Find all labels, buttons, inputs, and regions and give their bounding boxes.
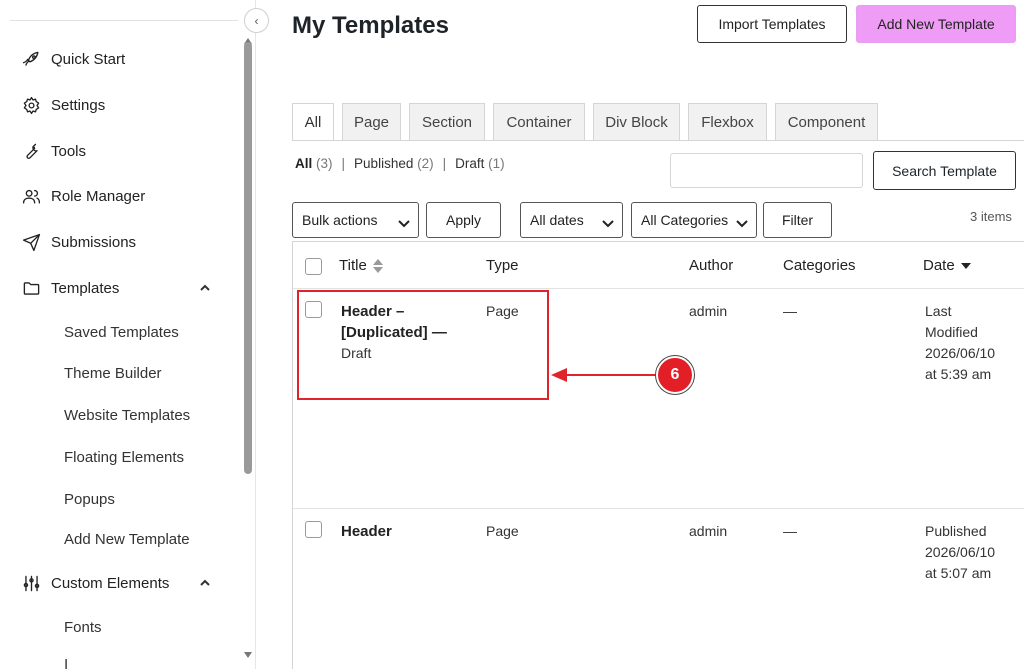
chevron-down-icon: [736, 215, 748, 228]
sidebar: Quick Start Settings Tools Role Manager …: [0, 0, 256, 669]
add-new-template-button[interactable]: Add New Template: [856, 5, 1016, 43]
sidebar-item-settings[interactable]: Settings: [20, 93, 105, 117]
tabs-divider: [292, 140, 1024, 141]
tab-div-block[interactable]: Div Block: [593, 103, 680, 141]
gear-icon: [20, 94, 42, 116]
filter-all[interactable]: All (3): [295, 156, 333, 171]
row-categories: —: [783, 303, 797, 319]
all-categories-select[interactable]: All Categories: [631, 202, 757, 238]
apply-button[interactable]: Apply: [426, 202, 501, 238]
send-icon: [20, 231, 42, 253]
chevron-down-icon: [398, 215, 410, 228]
sidebar-subitem-theme-builder[interactable]: Theme Builder: [64, 362, 162, 384]
sidebar-item-label: Custom Elements: [51, 574, 170, 592]
row-divider: [293, 508, 1024, 509]
all-categories-label: All Categories: [641, 212, 729, 228]
rocket-icon: [20, 48, 42, 70]
sidebar-item-submissions[interactable]: Submissions: [20, 230, 136, 254]
chevron-down-icon: [602, 215, 614, 228]
row-type: Page: [486, 523, 519, 539]
sidebar-scrollbar[interactable]: [243, 38, 253, 658]
row-date: Last Modified 2026/06/10 at 5:39 am: [925, 303, 996, 382]
sidebar-subitem-add-new-template[interactable]: Add New Template: [64, 528, 190, 550]
sidebar-item-quick-start[interactable]: Quick Start: [20, 47, 125, 71]
chevron-left-icon: ‹: [254, 13, 259, 28]
sidebar-item-label: Submissions: [51, 233, 137, 251]
sidebar-item-label: Settings: [51, 96, 106, 114]
sliders-icon: [20, 572, 42, 594]
bulk-actions-label: Bulk actions: [302, 212, 378, 228]
chevron-up-icon[interactable]: [198, 281, 212, 295]
header-divider: [293, 288, 1024, 289]
column-header-date[interactable]: Date: [923, 257, 971, 274]
all-dates-select[interactable]: All dates: [520, 202, 623, 238]
annotation-highlight-box: [297, 290, 549, 400]
row-author[interactable]: admin: [689, 521, 727, 542]
sidebar-item-label: Quick Start: [51, 50, 126, 68]
tab-section[interactable]: Section: [409, 103, 485, 141]
row-categories: —: [783, 523, 797, 539]
chevron-up-icon[interactable]: [198, 576, 212, 590]
scroll-down-arrow-icon[interactable]: [244, 652, 252, 658]
sidebar-item-templates[interactable]: Templates: [20, 276, 119, 300]
tab-component[interactable]: Component: [775, 103, 878, 141]
sidebar-item-role-manager[interactable]: Role Manager: [20, 184, 145, 208]
annotation-arrow: [566, 374, 658, 376]
tab-page[interactable]: Page: [342, 103, 401, 141]
column-header-type: Type: [486, 257, 519, 274]
row-title-link[interactable]: Header: [341, 521, 392, 542]
users-icon: [20, 185, 42, 207]
status-filters: All (3) | Published (2) | Draft (1): [295, 156, 505, 171]
annotation-arrow-head-icon: [551, 368, 567, 382]
row-date: Published 2026/06/10 at 5:07 am: [925, 523, 996, 581]
all-dates-label: All dates: [530, 212, 584, 228]
sidebar-subitem-partial[interactable]: I: [64, 656, 68, 669]
select-all-checkbox[interactable]: [305, 258, 322, 275]
search-input[interactable]: [670, 153, 863, 188]
column-header-categories: Categories: [783, 257, 856, 274]
collapse-sidebar-button[interactable]: ‹: [244, 8, 269, 33]
sidebar-subitem-popups[interactable]: Popups: [64, 488, 115, 510]
items-count: 3 items: [970, 209, 1012, 224]
sidebar-subitem-website-templates[interactable]: Website Templates: [64, 404, 190, 426]
sidebar-item-label: Role Manager: [51, 187, 146, 205]
column-header-title[interactable]: Title: [339, 257, 383, 274]
filter-button[interactable]: Filter: [763, 202, 832, 238]
sort-icon: [372, 258, 383, 273]
sidebar-item-custom-elements[interactable]: Custom Elements: [20, 571, 169, 595]
tab-container[interactable]: Container: [493, 103, 585, 141]
sidebar-subitem-fonts[interactable]: Fonts: [64, 616, 102, 638]
wrench-icon: [20, 140, 42, 162]
tab-flexbox[interactable]: Flexbox: [688, 103, 767, 141]
sidebar-subitem-floating-elements[interactable]: Floating Elements: [64, 446, 184, 468]
column-header-author: Author: [689, 257, 734, 274]
bulk-actions-select[interactable]: Bulk actions: [292, 202, 419, 238]
folder-icon: [20, 277, 42, 299]
sidebar-item-label: Tools: [51, 142, 87, 160]
sidebar-item-tools[interactable]: Tools: [20, 139, 86, 163]
row-checkbox[interactable]: [305, 521, 322, 538]
sidebar-item-label: Templates: [51, 279, 120, 297]
row-author[interactable]: admin: [689, 301, 727, 322]
tab-all[interactable]: All: [292, 103, 334, 141]
sidebar-divider: [10, 20, 238, 21]
page-title: My Templates: [292, 12, 449, 39]
import-templates-button[interactable]: Import Templates: [697, 5, 847, 43]
filter-published[interactable]: Published (2): [354, 156, 434, 171]
filter-draft[interactable]: Draft (1): [455, 156, 505, 171]
search-template-button[interactable]: Search Template: [873, 151, 1016, 190]
sort-desc-icon: [960, 259, 971, 273]
scroll-thumb[interactable]: [244, 42, 252, 474]
annotation-step-badge: 6: [656, 356, 694, 394]
sidebar-subitem-saved-templates[interactable]: Saved Templates: [64, 321, 179, 343]
